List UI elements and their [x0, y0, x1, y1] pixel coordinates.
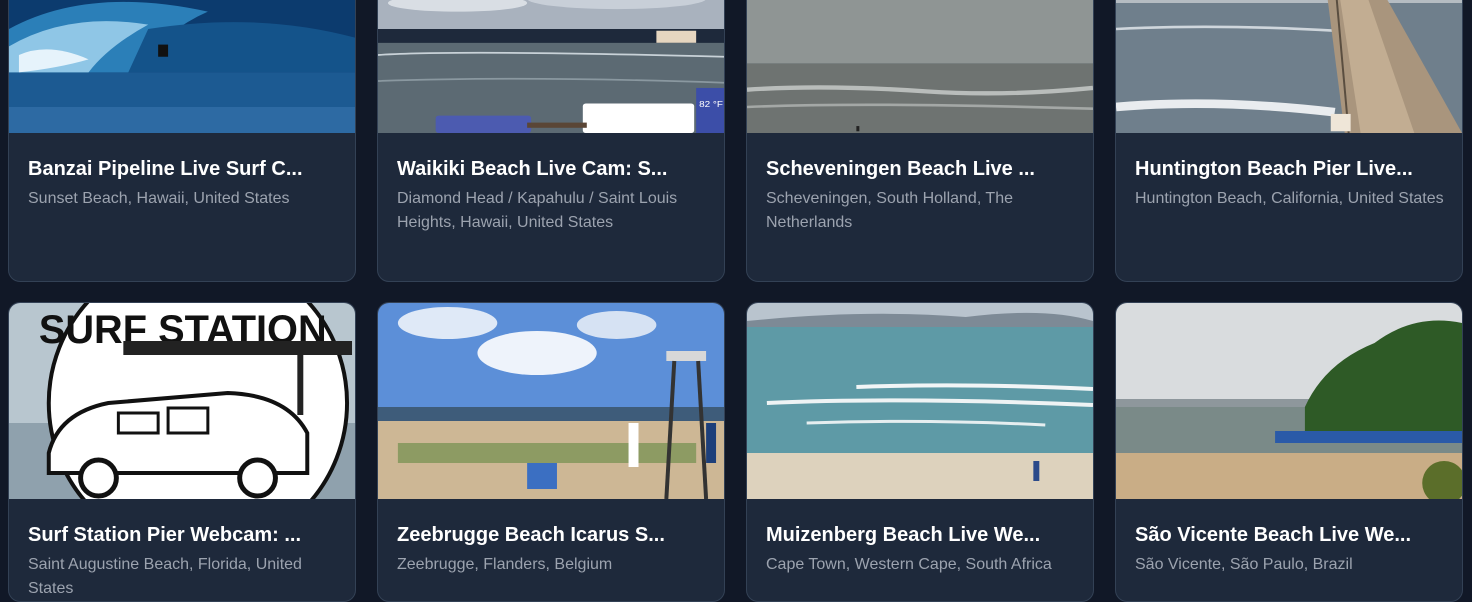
card-location: Cape Town, Western Cape, South Africa [766, 556, 1052, 573]
webcam-card[interactable]: Huntington Beach Pier Live... Huntington… [1115, 0, 1463, 282]
webcam-thumbnail[interactable] [378, 303, 724, 499]
webcam-card[interactable]: Muizenberg Beach Live We... Cape Town, W… [746, 302, 1094, 602]
card-location: Diamond Head / Kapahulu / Saint Louis He… [397, 190, 678, 231]
card-title[interactable]: Scheveningen Beach Live ... [766, 156, 1075, 182]
card-title[interactable]: Surf Station Pier Webcam: ... [28, 522, 337, 548]
webcam-thumbnail[interactable] [1116, 303, 1462, 499]
card-title[interactable]: Banzai Pipeline Live Surf C... [28, 156, 337, 182]
card-location: Zeebrugge, Flanders, Belgium [397, 556, 613, 573]
card-title[interactable]: Huntington Beach Pier Live... [1135, 156, 1444, 182]
card-location: Saint Augustine Beach, Florida, United S… [28, 556, 302, 597]
card-title[interactable]: São Vicente Beach Live We... [1135, 522, 1444, 548]
webcam-thumbnail[interactable] [1116, 0, 1462, 133]
card-title[interactable]: Waikiki Beach Live Cam: S... [397, 156, 706, 182]
webcam-card[interactable]: Zeebrugge Beach Icarus S... Zeebrugge, F… [377, 302, 725, 602]
card-location: São Vicente, São Paulo, Brazil [1135, 556, 1353, 573]
webcam-thumbnail[interactable]: SURF STATION [9, 303, 355, 499]
webcam-card[interactable]: São Vicente Beach Live We... São Vicente… [1115, 302, 1463, 602]
webcam-thumbnail[interactable] [747, 0, 1093, 133]
webcam-thumbnail[interactable]: 82 °F [378, 0, 724, 133]
temperature-overlay: 82 °F [699, 100, 723, 109]
webcam-thumbnail[interactable] [9, 0, 355, 133]
card-location: Scheveningen, South Holland, The Netherl… [766, 190, 1013, 231]
card-title[interactable]: Zeebrugge Beach Icarus S... [397, 522, 706, 548]
webcam-card[interactable]: SURF STATION Surf Station Pier Webcam: .… [8, 302, 356, 602]
webcam-card[interactable]: Banzai Pipeline Live Surf C... Sunset Be… [8, 0, 356, 282]
webcam-card[interactable]: 82 °F Waikiki Beach Live Cam: S... Diamo… [377, 0, 725, 282]
card-location: Huntington Beach, California, United Sta… [1135, 190, 1444, 207]
webcam-card[interactable]: Scheveningen Beach Live ... Scheveningen… [746, 0, 1094, 282]
webcam-thumbnail[interactable] [747, 303, 1093, 499]
card-location: Sunset Beach, Hawaii, United States [28, 190, 290, 207]
card-title[interactable]: Muizenberg Beach Live We... [766, 522, 1075, 548]
